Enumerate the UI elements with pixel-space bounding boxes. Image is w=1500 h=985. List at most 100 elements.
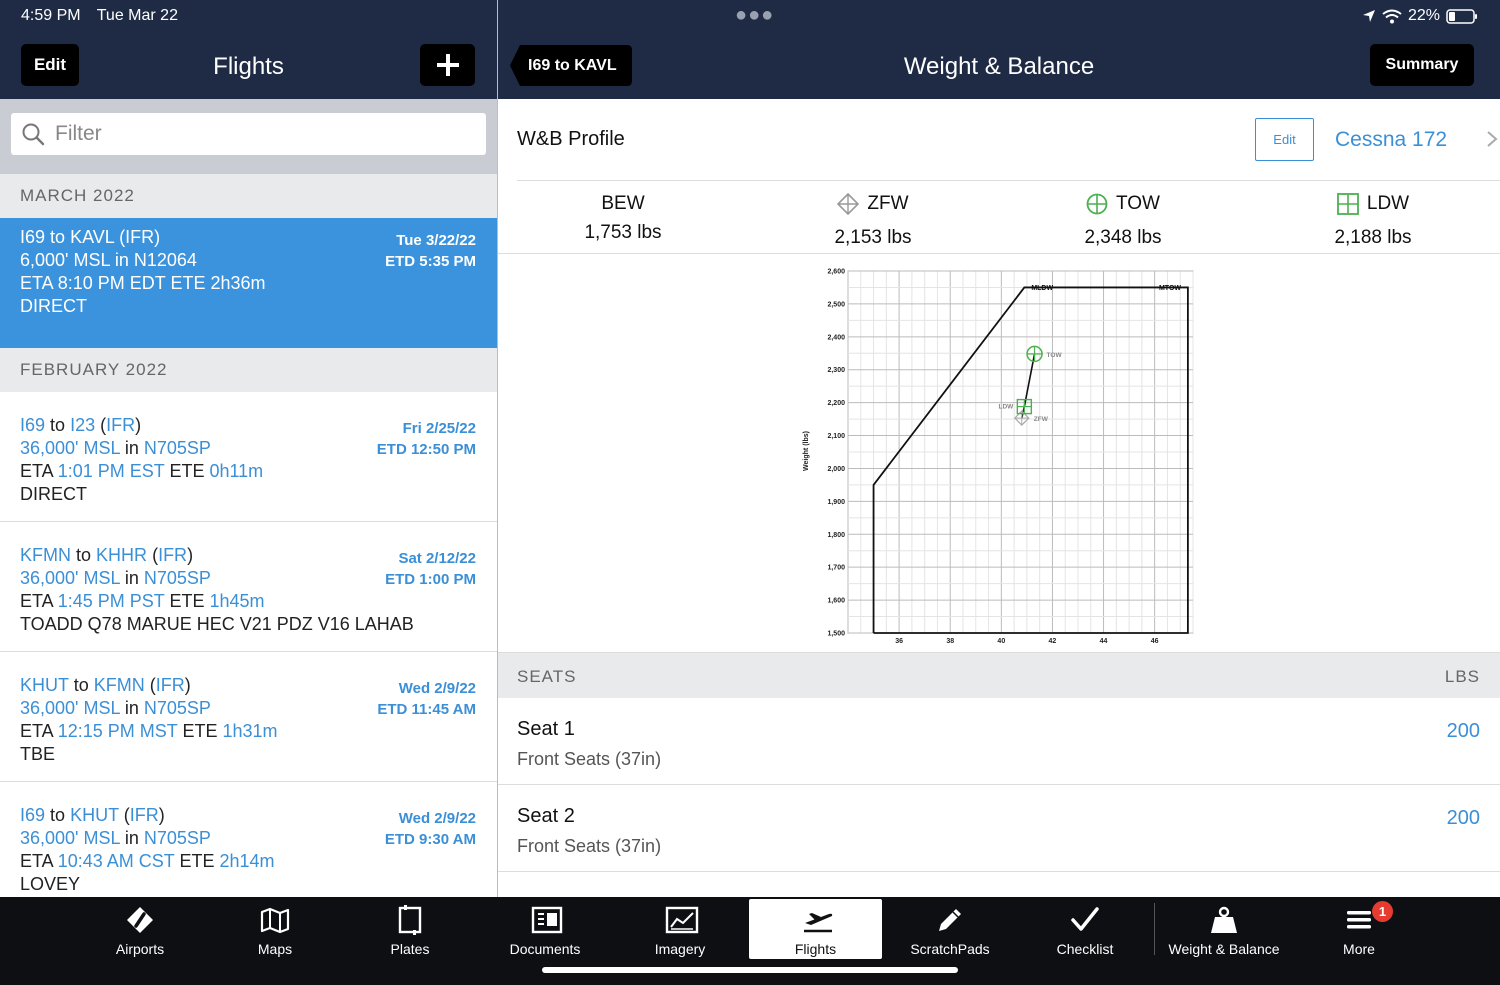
diamond-crosshair-icon bbox=[837, 193, 860, 215]
ete-word: ETE bbox=[179, 851, 215, 871]
flight-date: Sat 2/12/22 bbox=[398, 550, 476, 567]
tab-plates[interactable]: Plates bbox=[343, 899, 477, 959]
tab-scratchpads[interactable]: ScratchPads bbox=[883, 899, 1017, 959]
location-arrow-icon bbox=[1362, 10, 1375, 22]
flight-row[interactable]: KFMN to KHHR (IFR) 36,000' MSL in N705SP… bbox=[0, 522, 497, 652]
chevron-right-icon[interactable] bbox=[1486, 130, 1498, 148]
weight-label: ZFW bbox=[867, 193, 909, 214]
ete-word: ETE bbox=[182, 721, 218, 741]
flight-row[interactable]: I69 to KHUT (IFR) 36,000' MSL in N705SP … bbox=[0, 782, 497, 897]
y-tick-label: 2,600 bbox=[827, 269, 845, 276]
filter-input[interactable]: Filter bbox=[11, 113, 486, 155]
circle-crosshair-icon bbox=[1086, 193, 1108, 215]
pencil-icon bbox=[939, 909, 961, 931]
tab-label: Documents bbox=[509, 941, 581, 957]
x-tick-label: 38 bbox=[946, 638, 954, 645]
weight-label: LDW bbox=[1366, 193, 1410, 214]
weight-zfw: ZFW 2,153 lbs bbox=[748, 193, 998, 249]
y-tick-label: 1,900 bbox=[827, 499, 845, 506]
filter-placeholder: Filter bbox=[55, 122, 102, 145]
weight-icon bbox=[1211, 906, 1237, 933]
flight-row[interactable]: I69 to I23 (IFR) 36,000' MSL in N705SP E… bbox=[0, 392, 497, 522]
checkmark-icon bbox=[1071, 907, 1099, 931]
flight-details: I69 to I23 (IFR) 36,000' MSL in N705SP E… bbox=[20, 415, 264, 504]
map-icon bbox=[260, 907, 290, 934]
flights-header: 4:59 PM Tue Mar 22 Edit Flights bbox=[0, 0, 497, 99]
altitude: 36,000' MSL bbox=[20, 698, 120, 718]
origin: I69 bbox=[20, 415, 46, 435]
to-word: to bbox=[50, 805, 66, 825]
airport-icon bbox=[127, 907, 153, 933]
y-tick-label: 1,700 bbox=[827, 565, 845, 572]
to-word: to bbox=[50, 415, 66, 435]
seat-weight[interactable]: 200 bbox=[1447, 807, 1480, 830]
in-word: in bbox=[124, 438, 139, 458]
tab-label: Checklist bbox=[1056, 941, 1114, 957]
battery-icon bbox=[1446, 8, 1477, 24]
weight-tow: TOW 2,348 lbs bbox=[998, 193, 1248, 249]
edit-profile-button[interactable]: Edit bbox=[1255, 118, 1314, 161]
aircraft-profile-link[interactable]: Cessna 172 bbox=[1335, 128, 1447, 152]
seat-row[interactable]: Seat 1 Front Seats (37in) 200 bbox=[498, 698, 1500, 785]
eta-word: ETA bbox=[20, 461, 53, 481]
flight-row-selected[interactable]: I69 to KAVL (IFR) 6,000' MSL in N12064 E… bbox=[0, 218, 497, 348]
to-word: to bbox=[50, 227, 66, 247]
y-tick-label: 2,400 bbox=[827, 334, 845, 341]
tab-separator bbox=[1154, 903, 1155, 955]
clock: 4:59 PM bbox=[21, 7, 81, 24]
x-tick-label: 44 bbox=[1100, 638, 1108, 645]
multitasking-dots-icon[interactable]: ●●● bbox=[735, 4, 774, 27]
tab-airports[interactable]: Airports bbox=[73, 899, 207, 959]
route: TOADD Q78 MARUE HEC V21 PDZ V16 LAHAB bbox=[20, 614, 414, 634]
flight-row[interactable]: KHUT to KFMN (IFR) 36,000' MSL in N705SP… bbox=[0, 652, 497, 782]
flight-rules: IFR bbox=[129, 805, 159, 825]
in-word: in bbox=[124, 828, 139, 848]
eta: 10:43 AM CST bbox=[57, 851, 175, 871]
battery-percent: 22% bbox=[1407, 7, 1440, 24]
route: LOVEY bbox=[20, 874, 81, 894]
tab-maps[interactable]: Maps bbox=[208, 899, 342, 959]
add-flight-button[interactable] bbox=[420, 44, 475, 86]
summary-button[interactable]: Summary bbox=[1370, 44, 1474, 86]
status-time: 4:59 PM Tue Mar 22 bbox=[21, 7, 190, 25]
y-tick-label: 2,500 bbox=[827, 301, 845, 308]
ete: 2h36m bbox=[210, 273, 266, 293]
tab-weight-balance[interactable]: Weight & Balance bbox=[1157, 899, 1291, 959]
chart-ylabel: Weight (lbs) bbox=[803, 431, 810, 471]
altitude: 6,000' MSL bbox=[20, 250, 110, 270]
origin: KHUT bbox=[20, 675, 69, 695]
y-tick-label: 2,000 bbox=[827, 466, 845, 473]
flight-date: Wed 2/9/22 bbox=[398, 680, 476, 697]
destination: I23 bbox=[70, 415, 96, 435]
home-indicator[interactable] bbox=[542, 967, 958, 973]
eta: 1:45 PM PST bbox=[57, 591, 165, 611]
seat-row[interactable]: Seat 2 Front Seats (37in) 200 bbox=[498, 785, 1500, 872]
tab-more[interactable]: More bbox=[1292, 899, 1426, 959]
seats-unit-label: LBS bbox=[1444, 667, 1480, 686]
weight-value: 2,188 lbs bbox=[1334, 227, 1412, 248]
weight-label: TOW bbox=[1116, 193, 1160, 214]
seats-header-label: SEATS bbox=[517, 667, 577, 686]
destination: KAVL bbox=[70, 227, 115, 247]
flight-details: KFMN to KHHR (IFR) 36,000' MSL in N705SP… bbox=[20, 545, 414, 634]
to-word: to bbox=[73, 675, 89, 695]
route: DIRECT bbox=[20, 296, 87, 316]
tab-flights[interactable]: Flights bbox=[749, 899, 882, 959]
seat-weight[interactable]: 200 bbox=[1447, 720, 1480, 743]
aircraft: N705SP bbox=[143, 698, 211, 718]
tab-imagery[interactable]: Imagery bbox=[613, 899, 747, 959]
cg-envelope-chart-area: 36 38 40 42 44 46 1,500 1,600 1,700 1,800 1,900 2,0… bbox=[498, 255, 1500, 652]
eta: 12:15 PM MST bbox=[57, 721, 178, 741]
status-indicators: 22% bbox=[1362, 7, 1478, 25]
y-tick-label: 2,200 bbox=[827, 400, 845, 407]
tab-checklist[interactable]: Checklist bbox=[1018, 899, 1152, 959]
flight-etd: ETD 11:45 AM bbox=[377, 701, 476, 718]
y-tick-label: 1,800 bbox=[827, 532, 845, 539]
flights-pane: 4:59 PM Tue Mar 22 Edit Flights Filter M… bbox=[0, 0, 497, 897]
tab-label: Imagery bbox=[654, 941, 706, 957]
tab-label: Maps bbox=[257, 941, 293, 957]
section-header: FEBRUARY 2022 bbox=[0, 348, 497, 392]
aircraft: N705SP bbox=[143, 438, 211, 458]
menu-icon bbox=[1347, 911, 1371, 929]
tab-documents[interactable]: Documents bbox=[478, 899, 612, 959]
